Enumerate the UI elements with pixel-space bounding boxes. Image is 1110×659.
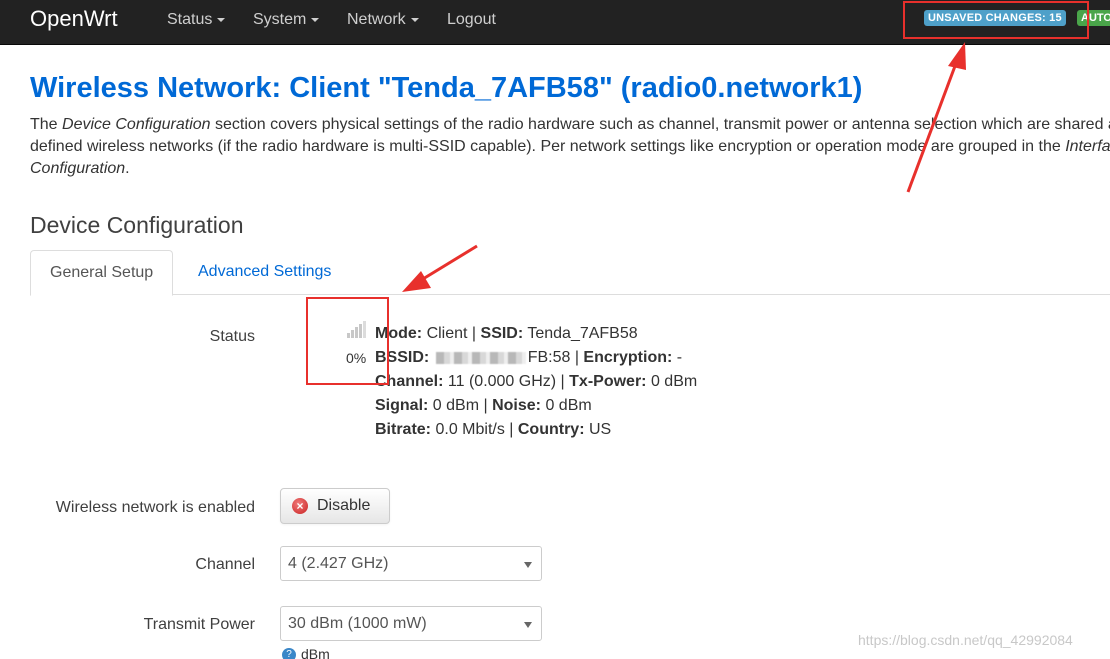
signal-label: Signal: bbox=[375, 397, 429, 414]
nav-network-label: Network bbox=[347, 11, 406, 28]
transmit-power-unit: dBm bbox=[301, 646, 330, 659]
status-line-channel: Channel: 11 (0.000 GHz) | Tx-Power: 0 dB… bbox=[375, 373, 698, 390]
transmit-power-value: 30 dBm (1000 mW) bbox=[288, 615, 427, 632]
annotation-box-signal bbox=[306, 297, 389, 385]
bssid-suffix: FB:58 bbox=[527, 349, 571, 366]
nav-system-menu[interactable]: System bbox=[253, 10, 320, 30]
transmit-power-label: Transmit Power bbox=[143, 616, 255, 633]
tab-general-setup[interactable]: General Setup bbox=[30, 250, 174, 296]
annotation-box-unsaved bbox=[903, 1, 1089, 39]
txpower-value: 0 dBm bbox=[650, 373, 698, 390]
noise-label: Noise: bbox=[492, 397, 541, 414]
encryption-label: Encryption: bbox=[583, 349, 673, 366]
signal-value: 0 dBm bbox=[432, 397, 480, 414]
transmit-power-select[interactable]: 30 dBm (1000 mW) bbox=[280, 606, 542, 641]
status-label: Status bbox=[209, 328, 255, 345]
tab-divider bbox=[30, 294, 1110, 295]
bssid-redacted bbox=[435, 351, 526, 364]
bitrate-label: Bitrate: bbox=[375, 421, 432, 438]
channel-select-value: 4 (2.427 GHz) bbox=[288, 555, 389, 572]
ssid-value: Tenda_7AFB58 bbox=[527, 325, 638, 342]
tab-advanced-settings[interactable]: Advanced Settings bbox=[179, 250, 350, 294]
intro-emphasis: Configuration bbox=[30, 160, 126, 177]
caret-down-icon bbox=[311, 17, 320, 22]
nav-logout-link[interactable]: Logout bbox=[447, 10, 496, 30]
noise-value: 0 dBm bbox=[545, 397, 592, 414]
nav-status-label: Status bbox=[167, 11, 213, 28]
watermark: https://blog.csdn.net/qq_42992084 bbox=[858, 632, 1073, 648]
bitrate-value: 0.0 Mbit/s bbox=[435, 421, 505, 438]
section-title: Device Configuration bbox=[30, 212, 244, 238]
ssid-label: SSID: bbox=[480, 325, 524, 342]
mode-value: Client bbox=[426, 325, 468, 342]
transmit-power-hint: ? dBm bbox=[282, 646, 330, 659]
nav-status-menu[interactable]: Status bbox=[167, 10, 226, 30]
nav-system-label: System bbox=[253, 11, 307, 28]
txpower-label: Tx-Power: bbox=[569, 373, 647, 390]
disable-button-label: Disable bbox=[317, 497, 371, 514]
dropdown-arrow-icon bbox=[524, 562, 532, 568]
intro-text-part: defined wireless networks (if the radio … bbox=[30, 138, 1066, 155]
country-label: Country: bbox=[517, 421, 585, 438]
disable-button[interactable]: × Disable bbox=[280, 488, 390, 524]
caret-down-icon bbox=[410, 17, 419, 22]
status-line-bssid: BSSID: FB:58 | Encryption: - bbox=[375, 349, 683, 366]
channel-label: Channel bbox=[195, 556, 255, 573]
status-details: Mode: Client | SSID: Tenda_7AFB58 BSSID:… bbox=[375, 322, 697, 442]
remove-icon: × bbox=[292, 498, 308, 514]
intro-emphasis: Device Configuration bbox=[62, 116, 211, 133]
status-line-bitrate: Bitrate: 0.0 Mbit/s | Country: US bbox=[375, 421, 612, 438]
channel-select[interactable]: 4 (2.427 GHz) bbox=[280, 546, 542, 581]
country-value: US bbox=[588, 421, 612, 438]
caret-down-icon bbox=[217, 17, 226, 22]
wireless-enabled-label: Wireless network is enabled bbox=[55, 499, 255, 516]
status-line-signal: Signal: 0 dBm | Noise: 0 dBm bbox=[375, 397, 592, 414]
nav-network-menu[interactable]: Network bbox=[347, 10, 419, 30]
intro-text-part: section covers physical settings of the … bbox=[210, 116, 1110, 133]
intro-text: The Device Configuration section covers … bbox=[30, 114, 1110, 180]
help-icon: ? bbox=[282, 648, 296, 659]
intro-emphasis: Interface bbox=[1065, 138, 1110, 155]
intro-text-part: The bbox=[30, 116, 63, 133]
encryption-value: - bbox=[676, 349, 683, 366]
status-line-mode: Mode: Client | SSID: Tenda_7AFB58 bbox=[375, 325, 638, 342]
intro-text-part: . bbox=[125, 160, 130, 177]
page-title: Wireless Network: Client "Tenda_7AFB58" … bbox=[30, 72, 863, 104]
brand-logo[interactable]: OpenWrt bbox=[30, 4, 118, 34]
channel-status-value: 11 (0.000 GHz) bbox=[447, 373, 557, 390]
dropdown-arrow-icon bbox=[524, 622, 532, 628]
page: OpenWrt Status System Network Logout UNS… bbox=[0, 0, 1110, 659]
